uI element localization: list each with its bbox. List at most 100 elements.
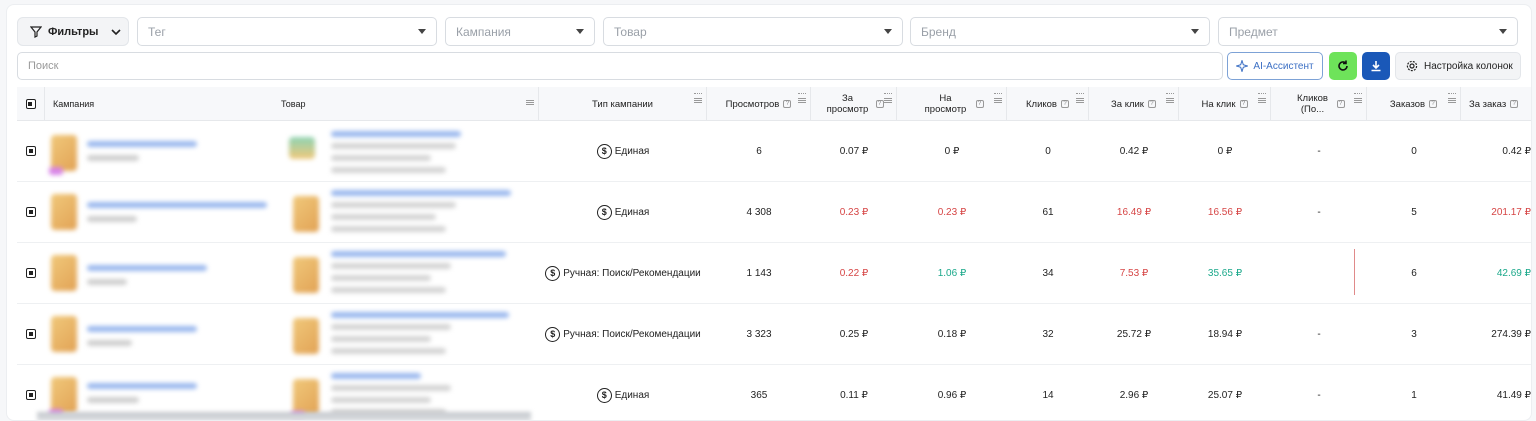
gear-icon xyxy=(1406,60,1418,72)
campaign-name-link[interactable] xyxy=(87,141,197,147)
help-icon[interactable]: ? xyxy=(1336,100,1345,108)
refresh-button[interactable] xyxy=(1329,52,1357,80)
column-more-icon[interactable] xyxy=(1448,93,1456,95)
row-checkbox[interactable] xyxy=(26,146,36,156)
column-menu-icon[interactable] xyxy=(1166,98,1174,103)
column-menu-icon[interactable] xyxy=(1076,98,1084,103)
help-icon[interactable]: ? xyxy=(1147,100,1156,108)
on-view-cell: 0.23 ₽ xyxy=(937,206,967,218)
table-row[interactable]: $ Единая 4 308 0.23 ₽ 0.23 ₽ 61 16.49 ₽ 1… xyxy=(17,182,1531,243)
row-checkbox[interactable] xyxy=(26,390,36,400)
header-campaign-type[interactable]: Тип кампании xyxy=(539,87,707,121)
row-checkbox[interactable] xyxy=(26,329,36,339)
columns-settings-label: Настройка колонок xyxy=(1424,60,1513,72)
product-name-link[interactable] xyxy=(331,190,511,196)
per-view-cell: 0.25 ₽ xyxy=(839,328,869,340)
per-click-cell: 0.42 ₽ xyxy=(1119,145,1149,157)
header-per-view[interactable]: За просмотр? xyxy=(811,87,897,121)
views-cell: 365 xyxy=(750,389,768,401)
coins-hand-icon: $ xyxy=(545,265,561,281)
column-more-icon[interactable] xyxy=(884,93,892,95)
select-all-checkbox[interactable] xyxy=(25,99,36,109)
subject-select[interactable]: Предмет xyxy=(1218,17,1518,46)
header-on-view[interactable]: На просмотр? xyxy=(897,87,1007,121)
column-menu-icon[interactable] xyxy=(1448,98,1456,103)
header-orders[interactable]: Заказов? xyxy=(1367,87,1461,121)
header-clicks-po[interactable]: Кликов (По...? xyxy=(1271,87,1367,121)
clicks-po-cell: - xyxy=(1317,328,1321,340)
help-icon[interactable]: ? xyxy=(1429,100,1438,108)
brand-select[interactable]: Бренд xyxy=(910,17,1210,46)
search-input[interactable]: Поиск xyxy=(17,52,1223,80)
table-row[interactable]: $ Ручная: Поиск/Рекомендации 1 143 0.22 ₽… xyxy=(17,243,1531,304)
brand-select-placeholder: Бренд xyxy=(921,24,956,39)
column-more-icon[interactable] xyxy=(1076,93,1084,95)
horizontal-scrollbar[interactable] xyxy=(37,412,531,420)
campaign-name-link[interactable] xyxy=(87,265,207,271)
download-button[interactable] xyxy=(1362,52,1390,80)
help-icon[interactable]: ? xyxy=(1239,100,1248,108)
header-product[interactable]: Товар xyxy=(277,87,539,121)
campaign-name-link[interactable] xyxy=(87,202,267,208)
columns-settings-button[interactable]: Настройка колонок xyxy=(1395,52,1521,80)
campaign-select[interactable]: Кампания xyxy=(445,17,595,46)
coins-hand-icon: $ xyxy=(545,326,561,342)
campaign-id xyxy=(87,216,137,222)
sparkle-icon xyxy=(1236,60,1249,72)
help-icon[interactable]: ? xyxy=(1510,100,1519,108)
campaign-thumbnail xyxy=(49,377,77,417)
column-more-icon[interactable] xyxy=(994,93,1002,95)
column-more-icon[interactable] xyxy=(798,93,806,95)
views-cell: 6 xyxy=(756,145,762,157)
header-clicks[interactable]: Кликов? xyxy=(1007,87,1089,121)
column-menu-icon[interactable] xyxy=(1258,98,1266,103)
help-icon[interactable]: ? xyxy=(875,100,884,108)
help-icon[interactable]: ? xyxy=(975,100,984,108)
column-menu-icon[interactable] xyxy=(1354,98,1362,103)
header-per-order[interactable]: За заказ? xyxy=(1461,87,1531,121)
product-detail xyxy=(331,202,456,208)
campaign-id xyxy=(87,279,127,285)
filters-button[interactable]: Фильтры xyxy=(17,17,129,46)
product-select[interactable]: Товар xyxy=(603,17,903,46)
ai-assistant-button[interactable]: AI-Ассистент xyxy=(1227,52,1323,80)
download-icon xyxy=(1371,61,1381,72)
campaign-name-link[interactable] xyxy=(87,383,197,389)
column-menu-icon[interactable] xyxy=(884,98,892,103)
column-menu-icon[interactable] xyxy=(798,98,806,103)
campaign-type-value: Ручная: Поиск/Рекомендации xyxy=(563,267,701,279)
clicks-cell: 34 xyxy=(1042,267,1054,279)
table-row[interactable]: $ Единая 6 0.07 ₽ 0 ₽ 0 0.42 ₽ 0 ₽ - 0 0.… xyxy=(17,121,1531,182)
tag-select[interactable]: Тег xyxy=(137,17,437,46)
help-icon[interactable]: ? xyxy=(783,100,792,108)
header-campaign[interactable]: Кампания xyxy=(45,87,277,121)
campaign-thumbnail xyxy=(51,194,77,230)
header-views[interactable]: Просмотров? xyxy=(707,87,811,121)
row-checkbox[interactable] xyxy=(26,207,36,217)
dollar-coin-icon: $ xyxy=(596,204,612,220)
per-order-cell: 274.39 ₽ xyxy=(1491,328,1531,340)
product-name-link[interactable] xyxy=(331,373,421,379)
per-view-cell: 0.22 ₽ xyxy=(839,267,869,279)
column-menu-icon[interactable] xyxy=(994,98,1002,103)
product-name-link[interactable] xyxy=(331,131,461,137)
column-more-icon[interactable] xyxy=(1354,93,1362,95)
campaign-type-cell: $ Единая xyxy=(539,121,707,181)
campaign-type-value: Ручная: Поиск/Рекомендации xyxy=(563,328,701,340)
column-menu-icon[interactable] xyxy=(526,100,534,105)
header-on-click[interactable]: На клик? xyxy=(1179,87,1271,121)
clicks-po-cell xyxy=(1271,243,1367,303)
column-more-icon[interactable] xyxy=(1166,93,1174,95)
column-more-icon[interactable] xyxy=(1258,93,1266,95)
column-menu-icon[interactable] xyxy=(694,98,702,103)
table-row[interactable]: $ Ручная: Поиск/Рекомендации 3 323 0.25 ₽… xyxy=(17,304,1531,365)
help-icon[interactable]: ? xyxy=(1060,100,1069,108)
product-name-link[interactable] xyxy=(331,251,506,257)
row-checkbox[interactable] xyxy=(26,268,36,278)
campaign-name-link[interactable] xyxy=(87,326,197,332)
row-select-cell xyxy=(17,121,45,181)
per-order-cell: 201.17 ₽ xyxy=(1491,206,1531,218)
header-per-click[interactable]: За клик? xyxy=(1089,87,1179,121)
product-name-link[interactable] xyxy=(331,312,509,318)
column-more-icon[interactable] xyxy=(694,93,702,95)
